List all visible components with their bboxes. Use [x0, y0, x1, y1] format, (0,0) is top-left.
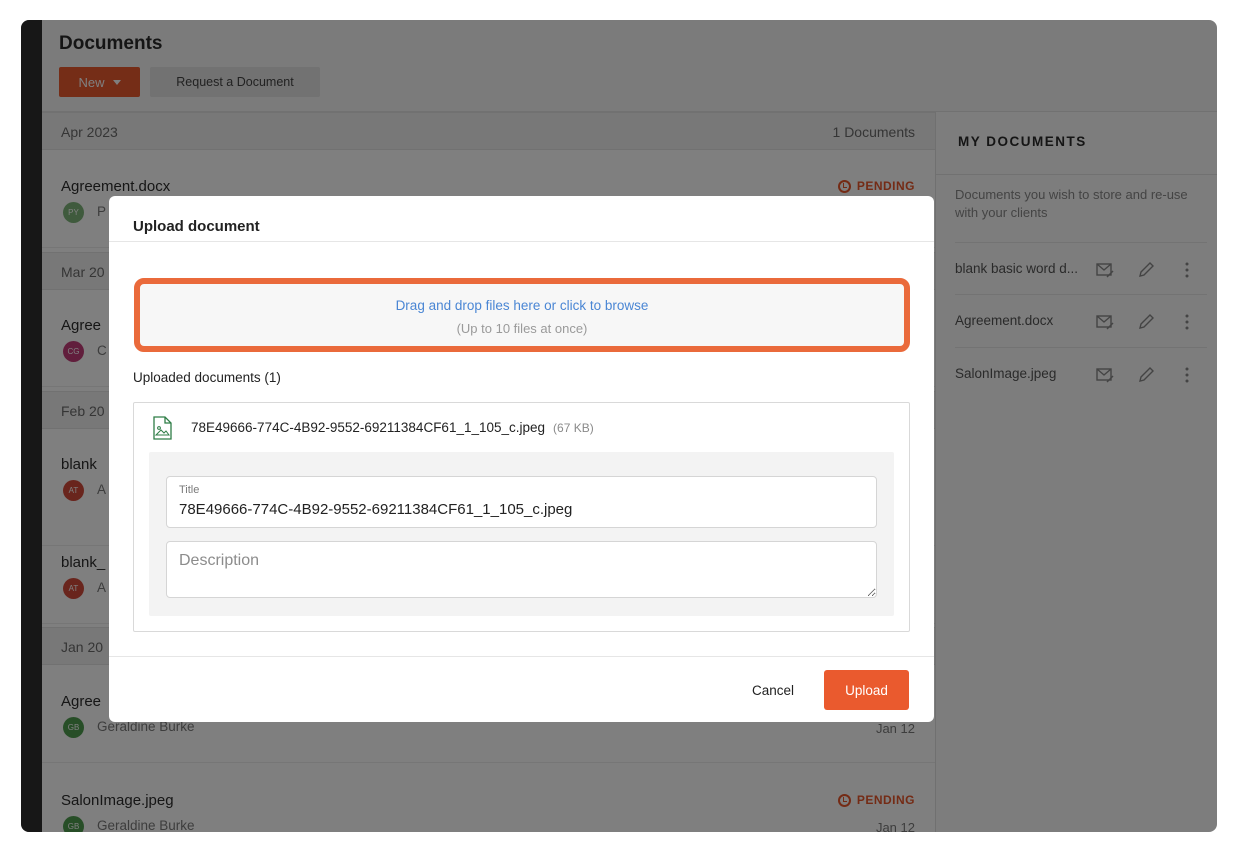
- upload-document-dialog: Upload document Drag and drop files here…: [109, 196, 934, 722]
- uploaded-file-name: 78E49666-774C-4B92-9552-69211384CF61_1_1…: [191, 420, 594, 435]
- app-window: Documents New Request a Document Apr 202…: [21, 20, 1217, 832]
- title-input[interactable]: [179, 501, 869, 518]
- file-name-text: 78E49666-774C-4B92-9552-69211384CF61_1_1…: [191, 420, 546, 435]
- dropzone-browse-link[interactable]: Drag and drop files here or click to bro…: [140, 298, 904, 313]
- image-file-icon: [153, 416, 172, 440]
- file-dropzone[interactable]: Drag and drop files here or click to bro…: [134, 278, 910, 352]
- description-textarea[interactable]: [166, 541, 877, 598]
- title-field-label: Title: [179, 484, 200, 496]
- file-details-form: Title: [149, 452, 894, 616]
- divider: [109, 656, 934, 657]
- file-size: (67 KB): [553, 421, 594, 435]
- divider: [109, 241, 934, 242]
- dialog-title: Upload document: [133, 218, 260, 235]
- title-field[interactable]: Title: [166, 476, 877, 528]
- uploaded-file-card: 78E49666-774C-4B92-9552-69211384CF61_1_1…: [133, 402, 910, 632]
- uploaded-documents-label: Uploaded documents (1): [133, 370, 281, 385]
- dropzone-hint: (Up to 10 files at once): [456, 321, 588, 336]
- cancel-button[interactable]: Cancel: [733, 670, 813, 710]
- upload-button[interactable]: Upload: [824, 670, 909, 710]
